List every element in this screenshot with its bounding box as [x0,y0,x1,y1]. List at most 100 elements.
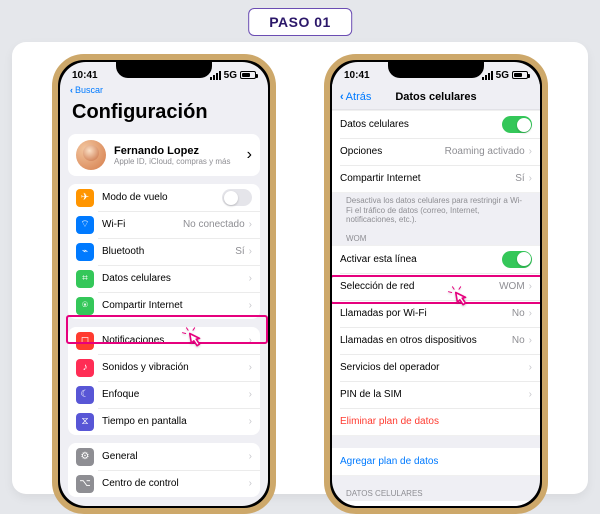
row-line-active[interactable]: Activar esta línea [332,246,540,273]
chevron-right-icon: › [249,451,252,462]
screentime-label: Tiempo en pantalla [102,416,247,427]
focus-label: Enfoque [102,389,247,400]
bluetooth-icon: ⌁ [76,243,94,261]
step-badge: PASO 01 [248,8,352,36]
connectivity-group: ✈Modo de vuelo⌔Wi-FiNo conectado›⌁Blueto… [68,184,260,319]
row-focus[interactable]: ☾ Enfoque› [68,381,260,408]
usage-row[interactable]: Periodo actual 589 GB [332,501,540,506]
chevron-right-icon: › [529,335,532,346]
network-label: 5G [224,70,237,81]
row-bluetooth[interactable]: ⌁ BluetoothSí › [68,238,260,265]
line-active-label: Activar esta línea [340,254,502,265]
options-value: Roaming activado [445,146,525,157]
chevron-right-icon: › [249,478,252,489]
row-other-devices[interactable]: Llamadas en otros dispositivosNo › [332,327,540,354]
search-back[interactable]: ‹Buscar [60,84,268,97]
phone-right: 10:41 5G ‹Atrás Datos celulares Datos ce… [324,54,548,514]
notifications-label: Notificaciones [102,335,247,346]
row-wifi[interactable]: ⌔Wi-FiNo conectado› [68,211,260,238]
add-plan-group: Agregar plan de datos [332,448,540,476]
line-active-switch[interactable] [502,251,532,268]
delete-plan-label: Eliminar plan de datos [340,416,532,427]
cellular-data-label: Datos celulares [340,119,502,130]
wifi-label: Wi-Fi [102,219,183,230]
row-cellular-data[interactable]: Datos celulares [332,111,540,138]
focus-icon: ☾ [76,386,94,404]
sounds-label: Sonidos y vibración [102,362,247,373]
status-time: 10:41 [344,70,370,81]
row-general[interactable]: ⚙ General› [68,443,260,470]
battery-icon [240,71,256,79]
avatar [76,140,106,170]
profile-sub: Apple ID, iCloud, compras y más [114,157,231,166]
row-hotspot[interactable]: ⍟Compartir Internet› [68,292,260,319]
battery-icon [512,71,528,79]
row-carrier-services[interactable]: Servicios del operador› [332,354,540,381]
wifi-calling-value: No [512,308,525,319]
chevron-right-icon: › [529,389,532,400]
carrier-header: WOM [332,229,540,245]
general-group: ⚙General›⌥Centro de control› [68,443,260,497]
sounds-icon: ♪ [76,359,94,377]
usage-header: DATOS CELULARES [332,484,540,500]
chevron-right-icon: › [529,308,532,319]
airplane-label: Modo de vuelo [102,192,222,203]
row-screentime[interactable]: ⧖Tiempo en pantalla› [68,408,260,435]
general-label: General [102,451,247,462]
cellular-icon: ⌗ [76,270,94,288]
signal-icon [210,71,221,80]
hotspot-label: Compartir Internet [340,173,515,184]
airplane-switch[interactable] [222,189,252,206]
other-devices-value: No [512,335,525,346]
wifi-calling-label: Llamadas por Wi-Fi [340,308,512,319]
cellular-label: Datos celulares [102,273,247,284]
airplane-icon: ✈ [76,189,94,207]
carrier-group: Activar esta líneaSelección de redWOM›Ll… [332,245,540,436]
row-hotspot[interactable]: Compartir InternetSí › [332,165,540,192]
nav-header: ‹Atrás Datos celulares [332,84,540,110]
network-label: 5G [496,70,509,81]
add-plan-row[interactable]: Agregar plan de datos [332,448,540,475]
cellular-data-switch[interactable] [502,116,532,133]
general-icon: ⚙ [76,448,94,466]
chevron-right-icon: › [249,219,252,230]
chevron-right-icon: › [249,416,252,427]
chevron-right-icon: › [529,173,532,184]
back-button[interactable]: ‹Atrás [340,91,371,103]
row-sim-pin[interactable]: PIN de la SIM› [332,381,540,408]
cellular-main-group: Datos celularesOpcionesRoaming activado›… [332,110,540,193]
status-time: 10:41 [72,70,98,81]
chevron-right-icon: › [529,281,532,292]
carrier-services-label: Servicios del operador [340,362,527,373]
row-network-select[interactable]: Selección de redWOM› [332,273,540,300]
chevron-right-icon: › [249,335,252,346]
usage-group: Periodo actual 589 GB [332,500,540,506]
chevron-right-icon: › [529,362,532,373]
chevron-right-icon: › [249,300,252,311]
options-label: Opciones [340,146,445,157]
cellular-note: Desactiva los datos celulares para restr… [332,193,540,229]
network-select-label: Selección de red [340,281,499,292]
row-notifications[interactable]: ◻Notificaciones› [68,327,260,354]
chevron-right-icon: › [249,389,252,400]
hotspot-value: Sí [515,173,524,184]
wifi-value: No conectado [183,219,245,230]
row-control-center[interactable]: ⌥Centro de control› [68,470,260,497]
content-card: 10:41 5G ‹Buscar Configuración Fernando … [12,42,588,494]
row-airplane[interactable]: ✈ Modo de vuelo [68,184,260,211]
other-devices-label: Llamadas en otros dispositivos [340,335,512,346]
notch [116,62,212,78]
row-options[interactable]: OpcionesRoaming activado› [332,138,540,165]
add-plan-label: Agregar plan de datos [340,456,532,467]
notch [388,62,484,78]
row-delete-plan[interactable]: Eliminar plan de datos [332,408,540,435]
row-sounds[interactable]: ♪Sonidos y vibración› [68,354,260,381]
alerts-group: ◻Notificaciones› ♪ Sonidos y vibración › ☾ En… [68,327,260,435]
row-cellular[interactable]: ⌗Datos celulares› [68,265,260,292]
profile-group[interactable]: Fernando Lopez Apple ID, iCloud, compras… [68,134,260,176]
row-wifi-calling[interactable]: Llamadas por Wi-FiNo › [332,300,540,327]
page-title: Configuración [60,97,268,130]
chevron-right-icon: › [249,246,252,257]
bluetooth-value: Sí [235,246,244,257]
bluetooth-label: Bluetooth [102,246,235,257]
